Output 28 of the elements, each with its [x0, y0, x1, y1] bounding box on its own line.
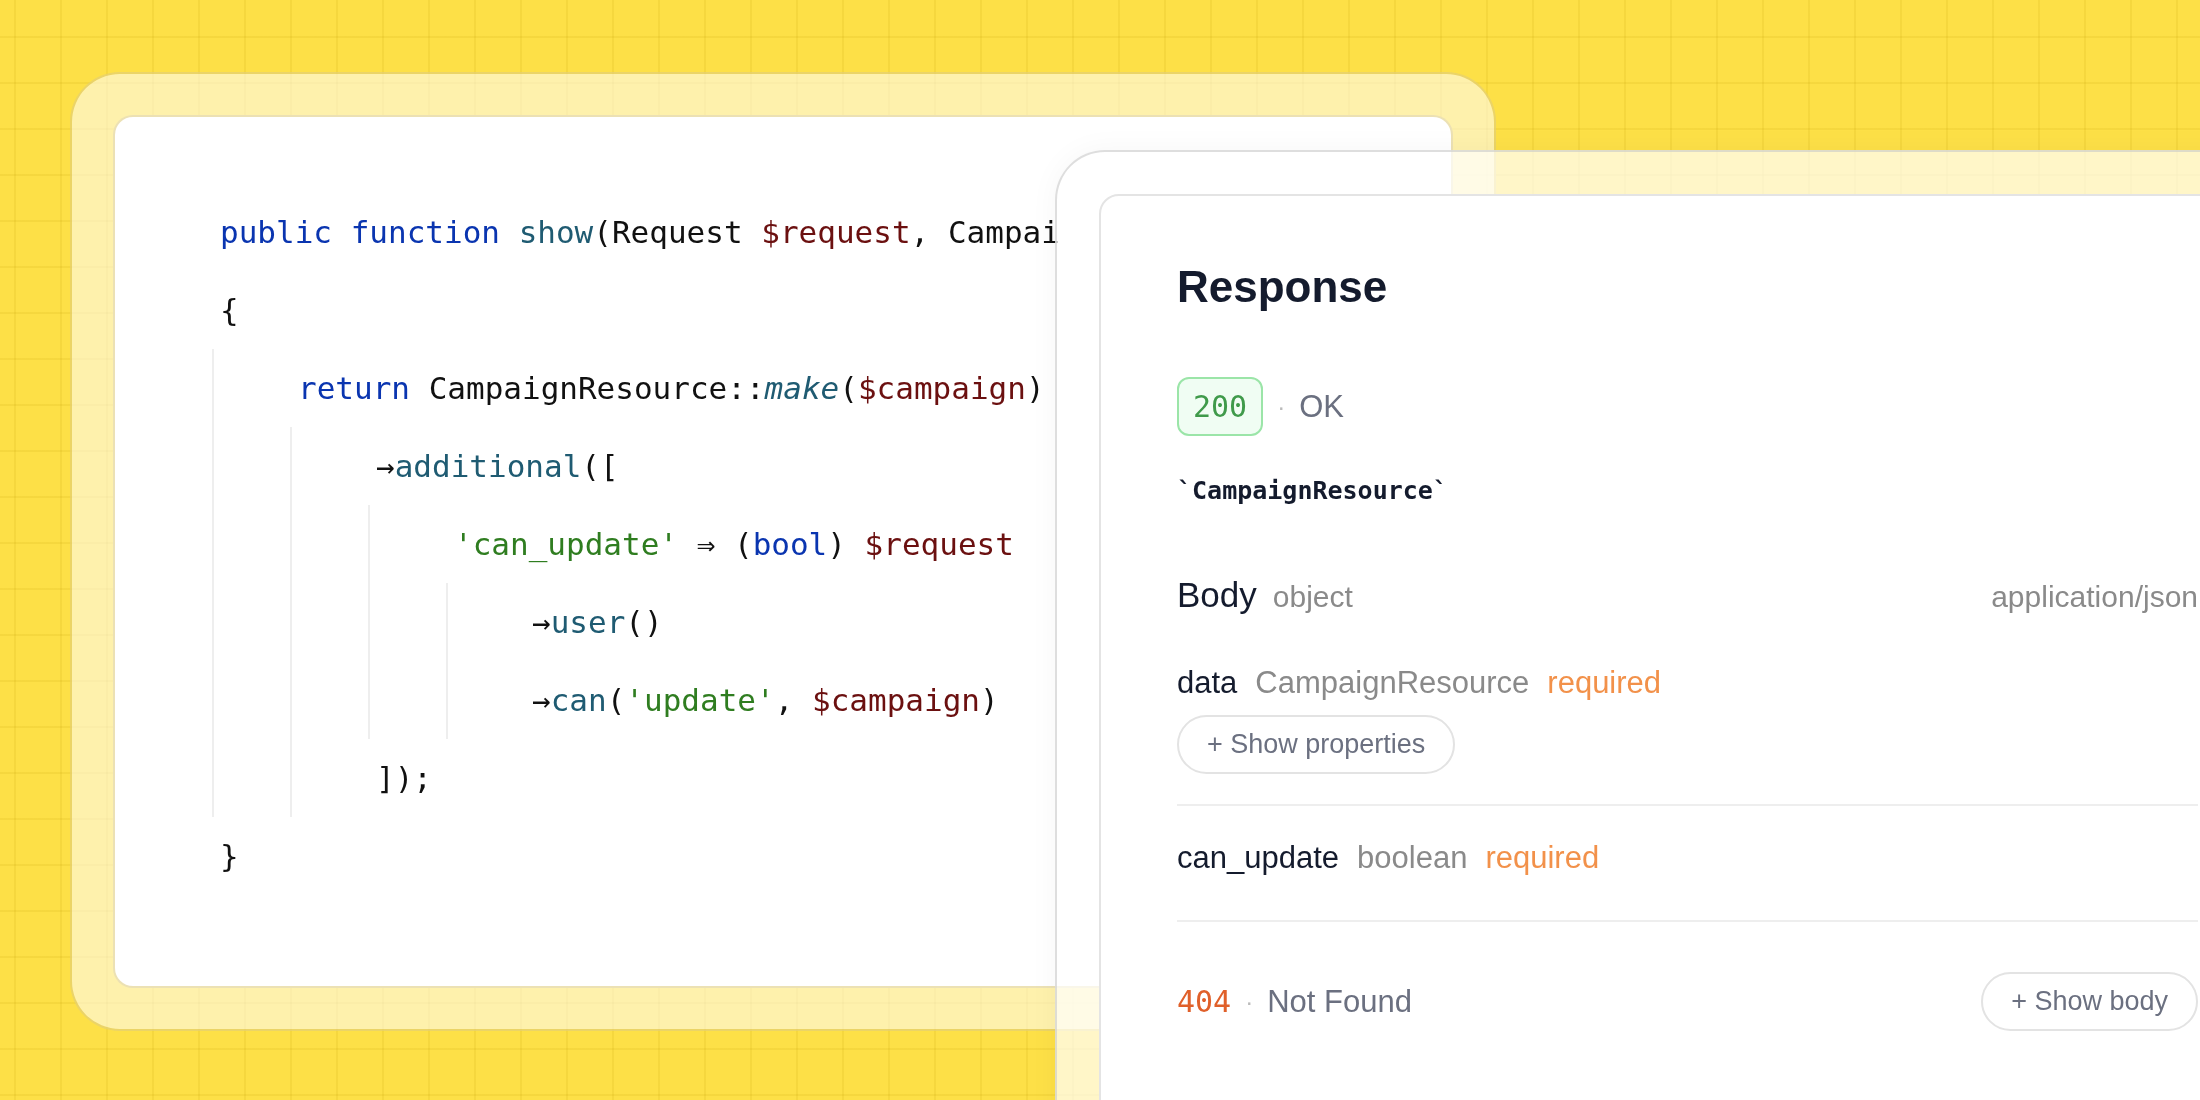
status-text: Not Found [1267, 983, 1412, 1020]
required-label: required [1485, 840, 1600, 876]
status-code: 404 [1177, 984, 1232, 1019]
show-body-button[interactable]: + Show body [1981, 972, 2198, 1031]
content-type: application/json [1991, 580, 2198, 614]
panel-title: Response [1177, 262, 1388, 312]
code-line: public function show(Request $request, Campai [220, 213, 1060, 252]
code-line: →additional([ [376, 447, 619, 486]
body-label: Body [1177, 575, 1257, 615]
field-name: can_update [1177, 840, 1340, 876]
code-line: return CampaignResource::make($campaign) [298, 369, 1045, 408]
code-line: ]); [376, 759, 432, 798]
code-line: 'can_update' ⇒ (bool) $request [454, 525, 1014, 565]
body-type: object [1272, 580, 1353, 614]
separator-dot: · [1277, 392, 1286, 421]
code-line: } [220, 837, 239, 876]
status-badge: 200 [1177, 377, 1264, 436]
field-type: boolean [1357, 840, 1468, 876]
separator-dot: · [1245, 987, 1254, 1016]
status-text: OK [1299, 388, 1344, 425]
field-type: CampaignResource [1255, 665, 1530, 701]
required-label: required [1547, 665, 1662, 701]
field-name: data [1177, 665, 1238, 701]
code-line: →user() [532, 603, 663, 642]
code-line: →can('update', $campaign) [532, 681, 999, 720]
show-properties-button[interactable]: + Show properties [1177, 715, 1456, 774]
resource-name: `CampaignResource` [1177, 476, 1448, 505]
code-line: { [220, 291, 239, 330]
